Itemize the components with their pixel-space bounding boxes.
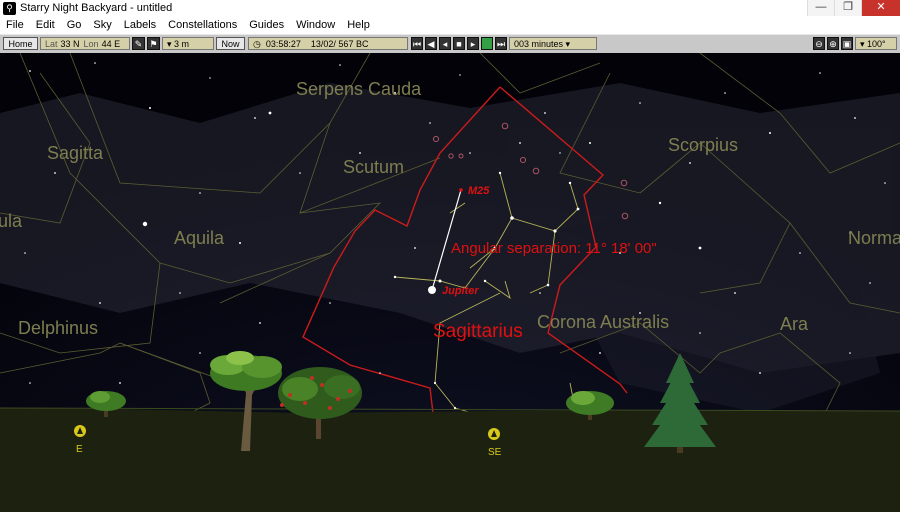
sky-view[interactable]: Serpens Cauda Sagitta Scutum Scorpius Aq… bbox=[0, 53, 900, 512]
now-button[interactable]: Now bbox=[216, 37, 245, 50]
title-bar: ⚲ Starry Night Backyard - untitled — ❐ ✕ bbox=[0, 0, 900, 16]
home-button[interactable]: Home bbox=[3, 37, 38, 50]
window-title: Starry Night Backyard - untitled bbox=[20, 2, 173, 14]
compass-east-label: E bbox=[76, 444, 83, 455]
telescope-icon: ⚲ bbox=[3, 1, 16, 15]
elevation-field[interactable]: ▾ 3 m bbox=[162, 37, 214, 50]
angular-separation-label: Angular separation: 11° 18' 00" bbox=[451, 240, 657, 257]
lat-label: Lat bbox=[45, 38, 58, 49]
menu-sky[interactable]: Sky bbox=[87, 19, 117, 31]
minimize-icon[interactable]: — bbox=[807, 0, 834, 16]
menu-labels[interactable]: Labels bbox=[118, 19, 162, 31]
label-aquila: Aquila bbox=[174, 228, 225, 248]
time-value: 03:58:27 bbox=[265, 38, 301, 49]
step-back-icon[interactable]: ⏮ bbox=[411, 37, 423, 50]
menu-file[interactable]: File bbox=[0, 19, 30, 31]
rewind-icon[interactable]: ◀ bbox=[425, 37, 437, 50]
label-scutum: Scutum bbox=[343, 157, 404, 177]
edit-location-icon[interactable]: ✎ bbox=[132, 37, 145, 50]
label-ara: Ara bbox=[780, 314, 809, 334]
toolbar: Home Lat 33 N Lon 44 E ✎ ⚑ ▾ 3 m Now ◷ 0… bbox=[0, 34, 900, 54]
menu-go[interactable]: Go bbox=[61, 19, 88, 31]
zoom-box-icon[interactable]: ▣ bbox=[841, 37, 853, 50]
menu-guides[interactable]: Guides bbox=[243, 19, 290, 31]
location-field[interactable]: Lat 33 N Lon 44 E bbox=[40, 37, 130, 50]
compass-southeast-label: SE bbox=[488, 447, 502, 458]
date-value: 13/02/ 567 BC bbox=[310, 38, 369, 49]
fov-select[interactable]: ▾ 100° bbox=[855, 37, 897, 50]
menu-constellations[interactable]: Constellations bbox=[162, 19, 243, 31]
stop-icon[interactable]: ■ bbox=[453, 37, 465, 50]
realtime-indicator[interactable] bbox=[481, 37, 493, 50]
window-controls: — ❐ ✕ bbox=[807, 0, 900, 16]
menu-bar: File Edit Go Sky Labels Constellations G… bbox=[0, 16, 900, 35]
jupiter-marker[interactable] bbox=[428, 286, 436, 294]
lon-label: Lon bbox=[83, 38, 99, 49]
observer-icon[interactable]: ⚑ bbox=[147, 37, 160, 50]
label-sagitta: Sagitta bbox=[47, 143, 104, 163]
menu-edit[interactable]: Edit bbox=[30, 19, 61, 31]
label-jupiter: Jupiter bbox=[442, 285, 479, 297]
label-serpens-cauda: Serpens Cauda bbox=[296, 79, 422, 99]
label-delphinus: Delphinus bbox=[18, 318, 98, 338]
time-step-select[interactable]: 003 minutes ▾ bbox=[509, 37, 597, 50]
zoom-in-icon[interactable]: ⊕ bbox=[827, 37, 839, 50]
menu-window[interactable]: Window bbox=[290, 19, 341, 31]
label-sagittarius: Sagittarius bbox=[433, 321, 523, 342]
close-icon[interactable]: ✕ bbox=[861, 0, 900, 16]
m25-marker[interactable] bbox=[459, 188, 463, 192]
label-corona-australis: Corona Australis bbox=[537, 312, 669, 332]
datetime-field[interactable]: ◷ 03:58:27 13/02/ 567 BC bbox=[248, 37, 408, 50]
clock-icon: ◷ bbox=[253, 38, 261, 49]
reverse-icon[interactable]: ◂ bbox=[439, 37, 451, 50]
menu-help[interactable]: Help bbox=[341, 19, 376, 31]
step-forward-icon[interactable]: ⏭ bbox=[495, 37, 507, 50]
zoom-out-icon[interactable]: ⊖ bbox=[813, 37, 825, 50]
lon-value: 44 E bbox=[101, 38, 121, 49]
label-scorpius: Scorpius bbox=[668, 135, 738, 155]
label-m25: M25 bbox=[468, 185, 490, 197]
lat-value: 33 N bbox=[60, 38, 80, 49]
play-icon[interactable]: ▸ bbox=[467, 37, 479, 50]
label-vulpecula: ula bbox=[0, 211, 23, 231]
label-norma: Norma bbox=[848, 228, 900, 248]
horizon-ground bbox=[0, 407, 900, 512]
restore-icon[interactable]: ❐ bbox=[834, 0, 861, 16]
